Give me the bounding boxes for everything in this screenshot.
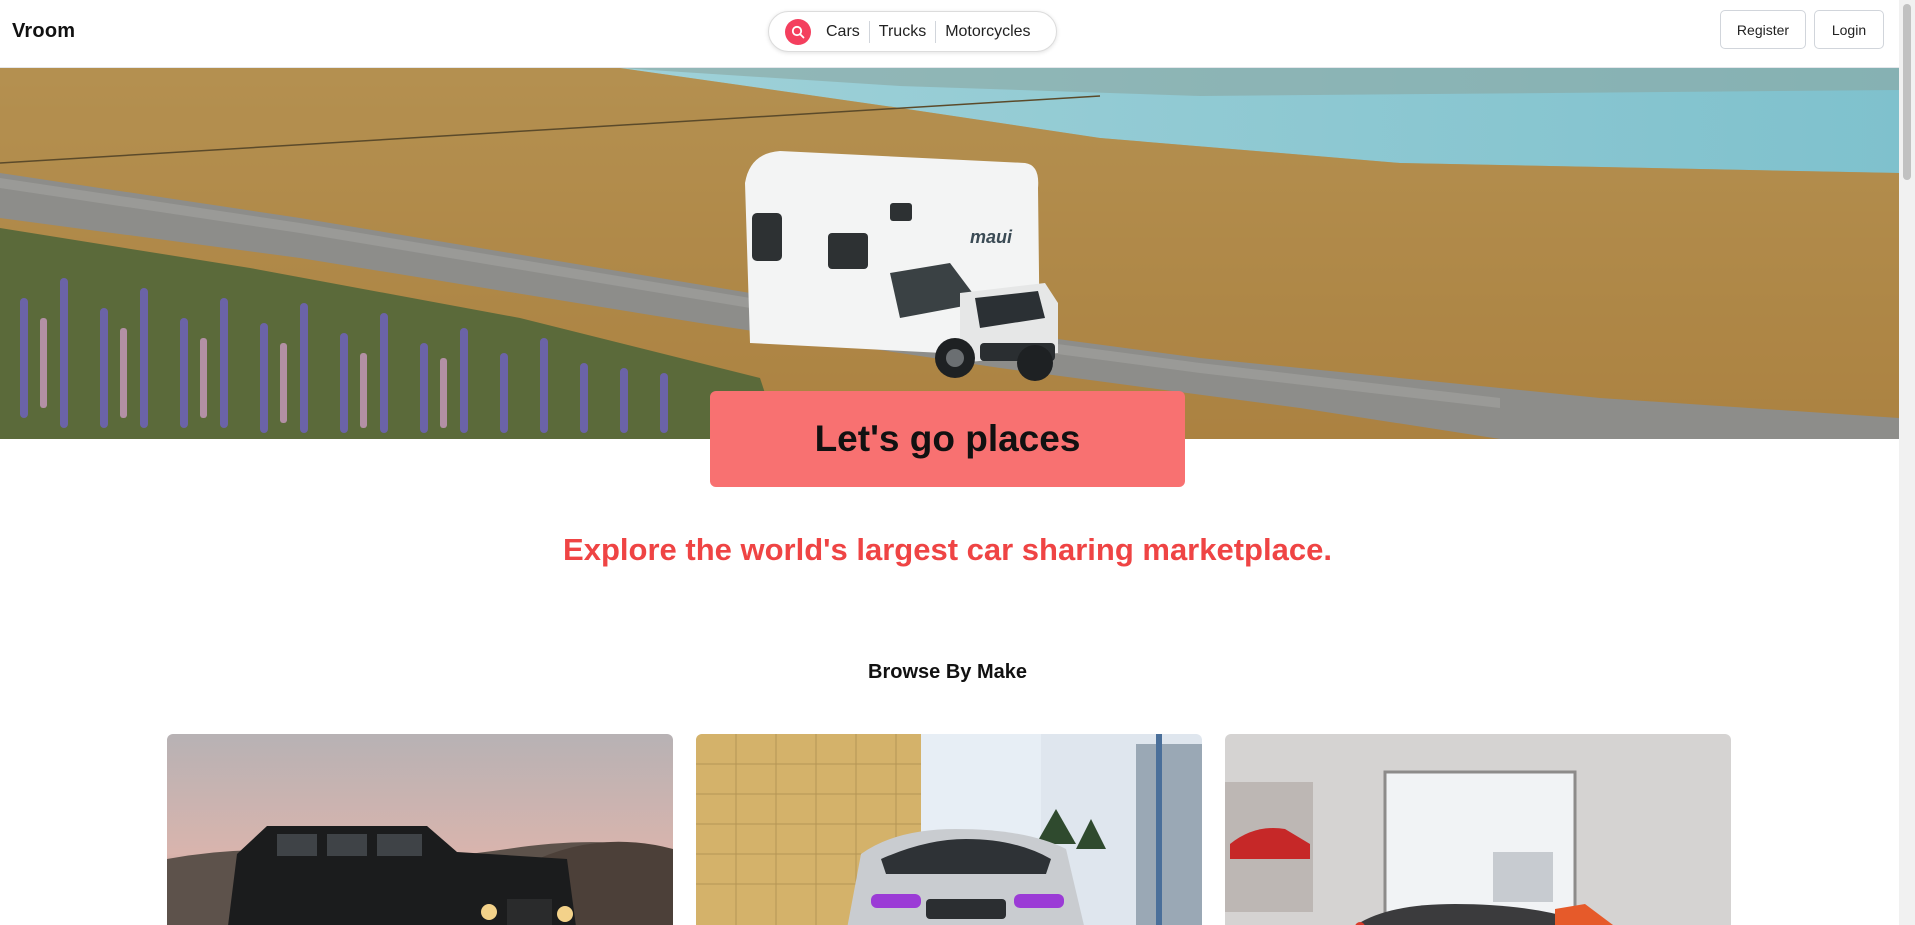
category-motorcycles[interactable]: Motorcycles bbox=[936, 22, 1039, 42]
search-button[interactable] bbox=[785, 18, 811, 45]
browse-by-make-heading: Browse By Make bbox=[868, 661, 1027, 683]
hero-cta-button[interactable]: Let's go places bbox=[710, 391, 1185, 487]
page: Vroom Cars Trucks Motorcycles Register L… bbox=[0, 0, 1915, 925]
marketplace-tagline: Explore the world's largest car sharing … bbox=[563, 532, 1332, 567]
hero-banner-image: maui bbox=[0, 68, 1899, 439]
top-navbar: Vroom Cars Trucks Motorcycles Register L… bbox=[0, 0, 1899, 68]
van-decal-text: maui bbox=[970, 227, 1013, 247]
category-cars[interactable]: Cars bbox=[817, 22, 869, 42]
category-search-bar[interactable]: Cars Trucks Motorcycles bbox=[768, 11, 1057, 52]
make-card-subaru[interactable] bbox=[696, 734, 1202, 925]
register-button[interactable]: Register bbox=[1720, 10, 1806, 49]
search-icon bbox=[791, 25, 805, 38]
make-card-exotic[interactable] bbox=[1225, 734, 1731, 925]
category-trucks[interactable]: Trucks bbox=[870, 22, 935, 42]
vertical-scrollbar[interactable] bbox=[1899, 0, 1915, 925]
scrollbar-thumb[interactable] bbox=[1903, 4, 1911, 180]
login-button[interactable]: Login bbox=[1814, 10, 1884, 49]
logo[interactable]: Vroom bbox=[12, 20, 75, 43]
make-card-jeep[interactable] bbox=[167, 734, 673, 925]
